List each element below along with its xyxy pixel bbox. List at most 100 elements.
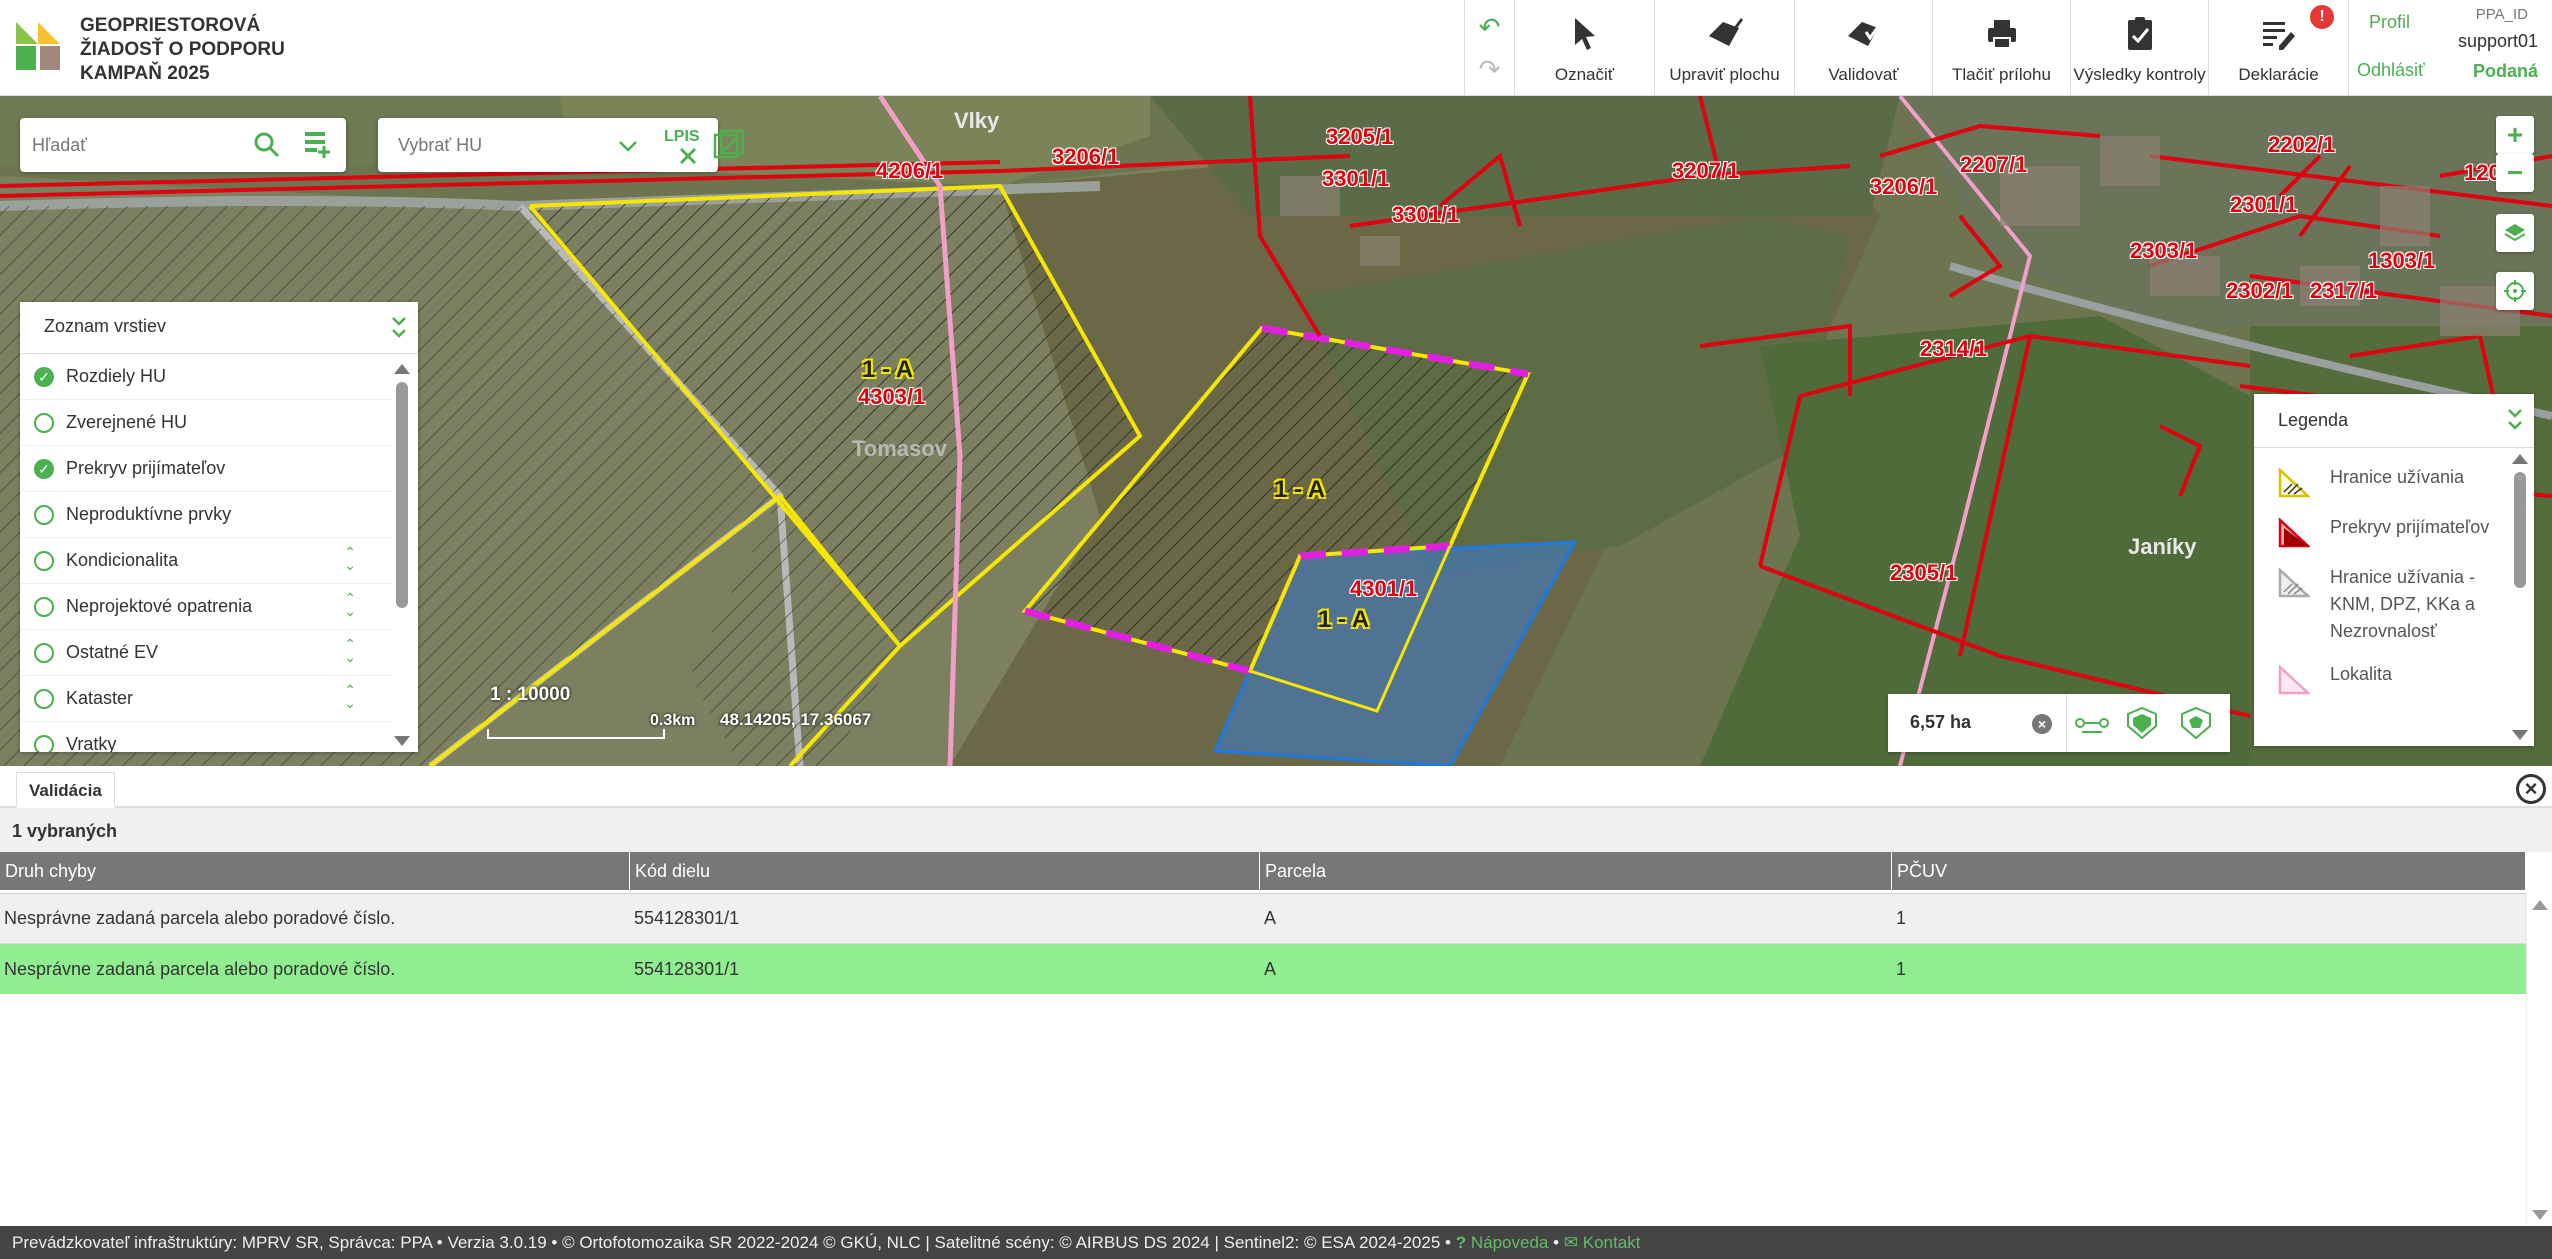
legend-label: Prekryv prijímateľov [2330, 517, 2490, 537]
parcel-label: 3205/1 [1326, 124, 1394, 149]
legend-header[interactable]: Legenda [2254, 394, 2534, 448]
expand-collapse-icon[interactable]: ⌃ ⌄ [344, 637, 356, 664]
scroll-down-icon[interactable] [2532, 1210, 2548, 1220]
expand-collapse-icon[interactable]: ⌃ ⌄ [344, 683, 356, 710]
knm-boundary-swatch [2278, 568, 2310, 598]
layer-label: Rozdiely HU [66, 366, 167, 386]
place-name: Vlky [954, 108, 1000, 133]
column-header[interactable]: PČUV [1892, 852, 2526, 890]
layer-item[interactable]: Zverejnené HU [20, 400, 392, 446]
layer-item[interactable]: Neproduktívne prvky [20, 492, 392, 538]
control-results-button[interactable]: Výsledky kontroly [2070, 0, 2208, 96]
grid-header: Druh chyby Kód dielu Parcela PČUV [0, 852, 2526, 890]
parcel-cell: A [1264, 908, 1277, 928]
legend-item: Lokalita [2254, 653, 2534, 703]
tab-validation[interactable]: Validácia [16, 772, 115, 808]
column-header[interactable]: Kód dielu [630, 852, 1260, 890]
lpis-clear-icon[interactable] [678, 146, 698, 166]
user-info: PPA_ID support01 Podaná [2400, 0, 2552, 96]
unchecked-icon[interactable] [34, 412, 54, 433]
place-name: Janíky [2128, 534, 2197, 559]
measure-area-icon[interactable] [2126, 706, 2158, 740]
layers-header[interactable]: Zoznam vrstiev [20, 302, 418, 354]
unchecked-icon[interactable] [34, 596, 54, 617]
layer-label: Kondicionalita [66, 550, 179, 570]
layer-item[interactable]: Kataster ⌃ ⌄ [20, 676, 392, 722]
app-title-line: GEOPRIESTOROVÁ [80, 15, 261, 36]
measure-polygon-icon[interactable] [2180, 706, 2212, 740]
declarations-button[interactable]: Deklarácie ! [2208, 0, 2348, 96]
edit-polygon-icon [1708, 18, 1743, 46]
footer: Prevádzkovateľ infraštruktúry: MPRV SR, … [0, 1226, 2552, 1259]
scroll-thumb[interactable] [2514, 472, 2526, 588]
scroll-down-icon[interactable] [2512, 730, 2528, 740]
unchecked-icon[interactable] [34, 504, 54, 525]
error-type-cell: Nesprávne zadaná parcela alebo poradové … [4, 908, 396, 928]
scroll-thumb[interactable] [396, 382, 408, 608]
column-header[interactable]: Parcela [1260, 852, 1892, 890]
edit-area-button[interactable]: Upraviť plochu [1654, 0, 1794, 96]
layer-label: Kataster [66, 688, 134, 708]
checked-icon[interactable]: ✓ [34, 458, 54, 479]
table-row-selected[interactable]: Nesprávne zadaná parcela alebo poradové … [0, 944, 2526, 994]
scroll-up-icon[interactable] [2512, 454, 2528, 464]
layer-toggle-icon[interactable] [712, 128, 746, 162]
scroll-up-icon[interactable] [2532, 900, 2548, 910]
layers-title: Zoznam vrstiev [44, 316, 167, 336]
layers-panel: Zoznam vrstiev ✓ Rozdiely HU Zverejnené HU… [20, 302, 418, 752]
legend-label: Lokalita [2330, 664, 2393, 684]
layers-button[interactable] [2496, 214, 2534, 252]
close-icon[interactable]: × [2516, 774, 2546, 804]
contact-link[interactable]: Kontakt [1583, 1233, 1641, 1252]
zoom-in-button[interactable]: + [2496, 116, 2534, 154]
cursor-coordinates: 48.14205, 17.36067 [720, 710, 872, 729]
expand-collapse-icon[interactable]: ⌃ ⌄ [344, 591, 356, 618]
unchecked-icon[interactable] [34, 642, 54, 663]
parcel-label: 2202/1 [2268, 132, 2336, 157]
layer-item[interactable]: Ostatné EV ⌃ ⌄ [20, 630, 392, 676]
scroll-down-icon[interactable] [394, 736, 410, 746]
map-view[interactable]: 4206/1 3206/1 3205/1 3301/1 3301/1 3207/… [0, 96, 2552, 766]
layer-item[interactable]: Vratky [20, 722, 392, 752]
map-scale: 1 : 10000 [490, 684, 571, 705]
unchecked-icon[interactable] [34, 688, 54, 709]
unchecked-icon[interactable] [34, 550, 54, 571]
select-button[interactable]: Označiť [1514, 0, 1654, 96]
search-icon[interactable] [252, 130, 282, 160]
layer-item[interactable]: Neprojektové opatrenia ⌃ ⌄ [20, 584, 392, 630]
grid-scrollbar[interactable] [2526, 894, 2552, 1226]
help-link[interactable]: Nápoveda [1471, 1233, 1549, 1252]
unchecked-icon[interactable] [34, 734, 54, 752]
undo-icon[interactable]: ↶ [1479, 12, 1501, 42]
hu-select-box: Vybrať HU LPIS [378, 118, 745, 172]
expand-collapse-icon[interactable]: ⌃ ⌄ [344, 545, 356, 572]
search-list-icon[interactable] [302, 128, 334, 160]
part-code-cell: 554128301/1 [634, 958, 740, 979]
measure-length-icon[interactable] [2074, 708, 2110, 738]
collapse-icon[interactable] [390, 314, 408, 342]
clear-area-icon[interactable]: × [2032, 714, 2052, 734]
chevron-down-icon[interactable] [618, 140, 638, 154]
scroll-up-icon[interactable] [394, 364, 410, 374]
layer-label: Prekryv prijímateľov [66, 458, 226, 478]
layer-item[interactable]: ✓ Prekryv prijímateľov [20, 446, 392, 492]
locate-button[interactable] [2496, 272, 2534, 310]
redo-icon[interactable]: ↷ [1479, 54, 1501, 84]
collapse-icon[interactable] [2506, 406, 2524, 434]
column-header[interactable]: Druh chyby [0, 852, 630, 890]
print-attachment-button[interactable]: Tlačiť prílohu [1932, 0, 2070, 96]
layer-list-scrollbar[interactable] [394, 358, 410, 752]
parcel-label: 2314/1 [1920, 336, 1988, 361]
parcel-label: 3207/1 [1672, 158, 1740, 183]
parcel-label: 3301/1 [1392, 202, 1460, 227]
zoom-out-button[interactable]: − [2496, 154, 2534, 192]
checked-icon[interactable]: ✓ [34, 366, 54, 387]
search-input[interactable] [32, 128, 252, 162]
table-row[interactable]: Nesprávne zadaná parcela alebo poradové … [0, 894, 2526, 944]
legend-scrollbar[interactable] [2512, 454, 2528, 740]
layer-item[interactable]: Kondicionalita ⌃ ⌄ [20, 538, 392, 584]
usage-boundary-swatch [2278, 468, 2310, 498]
hu-select[interactable]: Vybrať HU [398, 135, 482, 156]
validate-button[interactable]: Validovať [1794, 0, 1932, 96]
layer-item[interactable]: ✓ Rozdiely HU [20, 354, 392, 400]
